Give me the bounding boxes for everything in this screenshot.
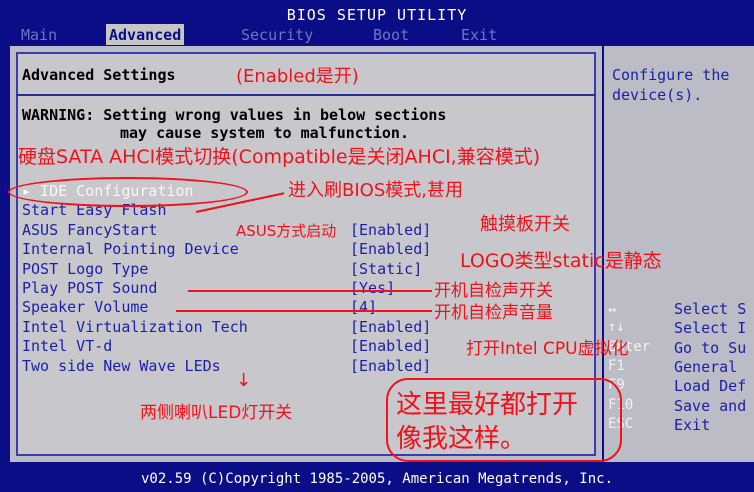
bios-screen: BIOS SETUP UTILITY Main Advanced Securit… (0, 0, 754, 492)
annotation-arrow: ↓ (236, 370, 252, 391)
annotation-leds: 两侧喇叭LED灯开关 (140, 403, 293, 423)
annotation-fancystart: ASUS方式启动 (236, 222, 337, 240)
section-title: Advanced Settings (22, 66, 176, 84)
warning-line-1: WARNING: Setting wrong values in below s… (22, 106, 447, 124)
value-two-side-new-wave-leds[interactable]: [Enabled] (350, 357, 431, 375)
annotation-tip-line-1: 这里最好都打开 (396, 390, 579, 420)
key-desc-f10: Save and (674, 397, 747, 415)
annotation-touchpad: 触摸板开关 (480, 214, 570, 235)
value-play-post-sound[interactable]: [Yes] (350, 279, 395, 297)
section-divider (16, 94, 596, 96)
tab-bar: Main Advanced Security Boot Exit (0, 24, 754, 46)
menu-item-internal-pointing-device[interactable]: Internal Pointing Device (22, 240, 239, 258)
menu-item-two-side-new-wave-leds[interactable]: Two side New Wave LEDs (22, 357, 221, 375)
annotation-vt: 打开Intel CPU虚拟化 (466, 339, 629, 359)
annotation-post-volume: 开机自检声音量 (434, 303, 553, 323)
value-intel-virtualization-tech[interactable]: [Enabled] (350, 318, 431, 336)
menu-item-play-post-sound[interactable]: Play POST Sound (22, 279, 157, 297)
menu-item-post-logo-type[interactable]: POST Logo Type (22, 260, 148, 278)
tab-security[interactable]: Security (238, 24, 316, 45)
annotation-ahci: 硬盘SATA AHCI模式切换(Compatible是关闭AHCI,兼容模式) (18, 146, 541, 168)
help-text-line-2: device(s). (612, 86, 703, 104)
value-post-logo-type[interactable]: [Static] (350, 260, 422, 278)
menu-item-intel-virtualization-tech[interactable]: Intel Virtualization Tech (22, 318, 248, 336)
window-title: BIOS SETUP UTILITY (286, 6, 468, 24)
annotation-post-volume-line (176, 310, 432, 312)
tab-main[interactable]: Main (18, 24, 60, 45)
menu-item-intel-vt-d[interactable]: Intel VT-d (22, 337, 112, 355)
value-internal-pointing-device[interactable]: [Enabled] (350, 240, 431, 258)
value-speaker-volume[interactable]: [4] (350, 298, 377, 316)
key-desc-left-right: Select S (674, 300, 747, 318)
annotation-enabled-is-on: (Enabled是开) (236, 66, 359, 87)
annotation-logo: LOGO类型static是静态 (460, 250, 662, 272)
key-f1: F1 (608, 358, 625, 374)
annotation-post-sound-line (188, 290, 432, 292)
help-text-line-1: Configure the (612, 66, 730, 84)
value-asus-fancystart[interactable]: [Enabled] (350, 221, 431, 239)
annotation-flash: 进入刷BIOS模式,甚用 (288, 180, 463, 201)
key-up-down: ↑↓ (608, 319, 625, 335)
key-desc-esc: Exit (674, 416, 711, 434)
key-desc-f1: General (674, 358, 738, 376)
tab-advanced[interactable]: Advanced (106, 24, 185, 45)
key-desc-f9: Load Def (674, 377, 747, 395)
key-desc-enter: Go to Su (674, 339, 747, 357)
tab-boot[interactable]: Boot (370, 24, 412, 45)
menu-item-speaker-volume[interactable]: Speaker Volume (22, 298, 148, 316)
copyright-footer: v02.59 (C)Copyright 1985-2005, American … (140, 471, 613, 487)
menu-item-asus-fancystart[interactable]: ASUS FancyStart (22, 221, 157, 239)
value-intel-vt-d[interactable]: [Enabled] (350, 337, 431, 355)
key-left-right: ↔ (608, 302, 617, 318)
key-desc-up-down: Select I (674, 319, 747, 337)
tab-exit[interactable]: Exit (458, 24, 500, 45)
annotation-ide-oval (8, 177, 248, 207)
annotation-tip-line-2: 像我这样。 (396, 424, 527, 454)
warning-line-2: may cause system to malfunction. (120, 124, 409, 142)
